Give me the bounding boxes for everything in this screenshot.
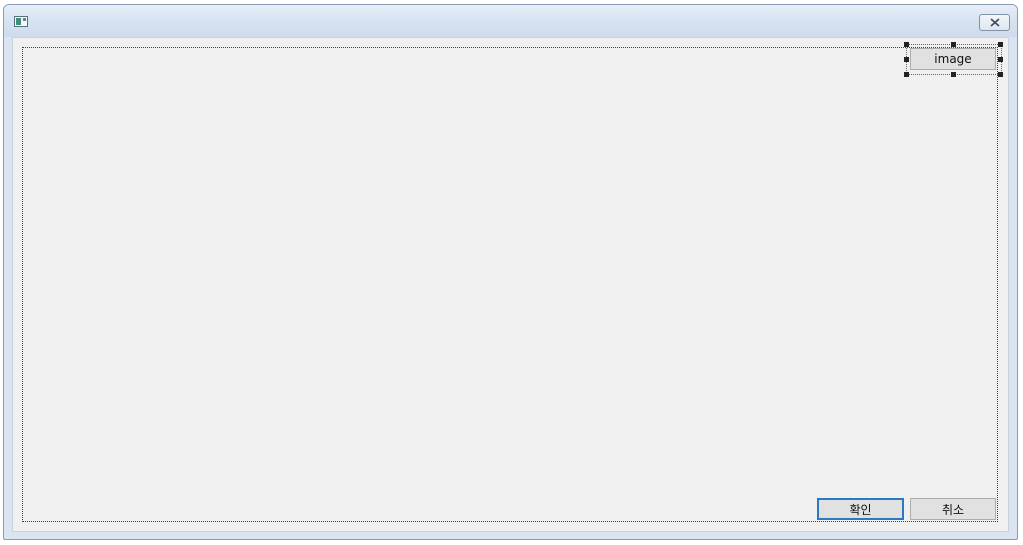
resize-handle-top-right[interactable] (998, 42, 1003, 47)
title-bar[interactable] (4, 5, 1017, 37)
dialog-window: image 확인 취소 (3, 4, 1018, 540)
app-window-icon (14, 16, 28, 27)
resize-handle-right[interactable] (998, 57, 1003, 62)
resize-handle-top[interactable] (951, 42, 956, 47)
image-button[interactable]: image (910, 48, 996, 70)
close-button[interactable] (979, 14, 1010, 31)
ok-button[interactable]: 확인 (817, 498, 904, 520)
resize-handle-bottom[interactable] (951, 72, 956, 77)
design-surface (22, 47, 998, 522)
resize-handle-top-left[interactable] (904, 42, 909, 47)
close-x-icon (990, 18, 1000, 27)
resize-handle-bottom-left[interactable] (904, 72, 909, 77)
resize-handle-bottom-right[interactable] (998, 72, 1003, 77)
resize-handle-left[interactable] (904, 57, 909, 62)
cancel-button[interactable]: 취소 (910, 498, 996, 520)
client-area: image 확인 취소 (12, 37, 1009, 532)
